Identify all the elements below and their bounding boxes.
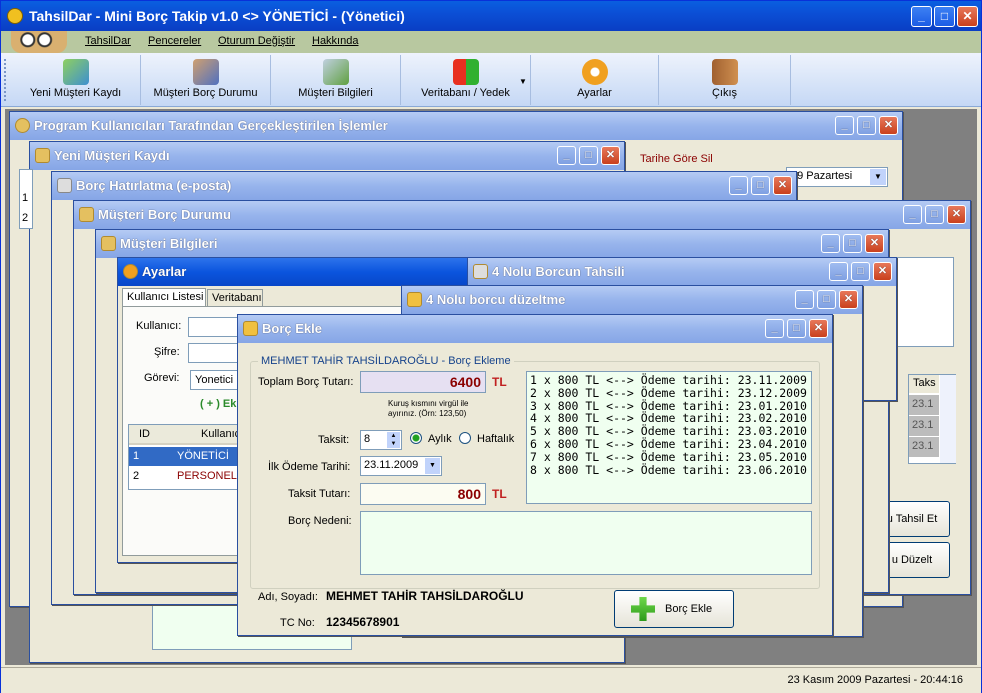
- toolbar: Yeni Müşteri Kaydı Müşteri Borç Durumu M…: [1, 53, 981, 107]
- minimize-button[interactable]: _: [835, 116, 854, 135]
- maximize-button[interactable]: □: [817, 290, 836, 309]
- customer-card-icon: [62, 59, 89, 85]
- minimize-button[interactable]: _: [911, 6, 932, 27]
- list-item: 8 x 800 TL <--> Ödeme tarihi: 23.06.2010: [530, 462, 807, 477]
- list-item: 2 x 800 TL <--> Ödeme tarihi: 23.12.2009: [530, 385, 807, 400]
- tab-kullanici-listesi[interactable]: Kullanıcı Listesi: [122, 288, 206, 306]
- toolbar-yeni-musteri[interactable]: Yeni Müşteri Kaydı: [11, 55, 141, 105]
- app-title: TahsilDar - Mini Borç Takip v1.0 <> YÖNE…: [29, 8, 405, 24]
- gear-icon: [581, 59, 608, 85]
- col-header-id[interactable]: ID: [129, 425, 165, 445]
- menu-oturum[interactable]: Oturum Değiştir: [218, 35, 295, 47]
- tarihe-gore-sil-label: Tarihe Göre Sil: [640, 153, 713, 165]
- taksit-tutari-input[interactable]: 800: [360, 483, 486, 505]
- customer-card-icon: [35, 148, 50, 163]
- tc-value: 12345678901: [326, 615, 400, 629]
- dropdown-arrow-icon[interactable]: ▼: [519, 77, 527, 86]
- minimize-button[interactable]: _: [821, 234, 840, 253]
- email-icon: [57, 178, 72, 193]
- mascot-icon: [11, 31, 67, 53]
- minimize-button[interactable]: _: [557, 146, 576, 165]
- close-button[interactable]: ✕: [957, 6, 978, 27]
- ilk-odeme-date[interactable]: 23.11.2009 ▼: [360, 456, 442, 476]
- maximize-button[interactable]: □: [843, 234, 862, 253]
- odeme-plani-list[interactable]: 1 x 800 TL <--> Ödeme tarihi: 23.11.2009…: [526, 371, 812, 504]
- tab-veritabani[interactable]: Veritabanı: [207, 289, 263, 306]
- haftalik-radio[interactable]: [459, 432, 471, 444]
- menu-pencereler[interactable]: Pencereler: [148, 35, 201, 47]
- minimize-button[interactable]: _: [829, 262, 848, 281]
- menu-tahsildar[interactable]: TahsilDar: [85, 35, 131, 47]
- list-item: 1 x 800 TL <--> Ödeme tarihi: 23.11.2009: [530, 373, 807, 387]
- adsoyad-value: MEHMET TAHİR TAHSİLDAROĞLU: [326, 589, 524, 603]
- maximize-button[interactable]: □: [787, 319, 806, 338]
- borc-ekle-button[interactable]: Borç Ekle: [614, 590, 734, 628]
- borc-nedeni-textarea[interactable]: [360, 511, 812, 575]
- maximize-button[interactable]: □: [934, 6, 955, 27]
- taksit-stepper[interactable]: 8 ▲ ▼: [360, 430, 402, 450]
- grid-header: Taks: [909, 375, 939, 393]
- ekle-link[interactable]: ( + ) Ekl: [200, 398, 239, 410]
- minimize-button[interactable]: _: [729, 176, 748, 195]
- info-card-icon: [101, 236, 116, 251]
- toolbar-cikis[interactable]: Çıkış: [659, 55, 791, 105]
- close-button[interactable]: ✕: [947, 205, 966, 224]
- taksit-grid[interactable]: Taks 23.1 23.1 23.1: [908, 374, 956, 464]
- swap-arrows-icon: [452, 59, 479, 85]
- status-bar: 23 Kasım 2009 Pazartesi - 20:44:16: [1, 667, 981, 693]
- window-borc-ekle[interactable]: Borç Ekle _ □ ✕ MEHMET TAHİR TAHSİLDAROĞ…: [237, 314, 833, 636]
- maximize-button[interactable]: □: [579, 146, 598, 165]
- people-icon: [79, 207, 94, 222]
- app-logo-icon: [7, 8, 23, 24]
- date-combo[interactable]: 09 Pazartesi ▼: [786, 167, 888, 187]
- toolbar-ayarlar[interactable]: Ayarlar: [531, 55, 659, 105]
- minimize-button[interactable]: _: [795, 290, 814, 309]
- broom-icon: [243, 321, 258, 336]
- chevron-down-icon: ▼: [870, 169, 886, 185]
- info-card-icon: [322, 59, 349, 85]
- toolbar-musteri-bilgileri[interactable]: Müşteri Bilgileri: [271, 55, 401, 105]
- gear-icon: [123, 264, 138, 279]
- group-title: MEHMET TAHİR TAHSİLDAROĞLU - Borç Ekleme: [258, 355, 514, 367]
- app-titlebar[interactable]: TahsilDar - Mini Borç Takip v1.0 <> YÖNE…: [1, 1, 981, 31]
- maximize-button[interactable]: □: [851, 262, 870, 281]
- exit-door-icon: [711, 59, 738, 85]
- close-button[interactable]: ✕: [773, 176, 792, 195]
- hint-text: Kuruş kısmını virgül ile ayırınız. (Örn:…: [388, 399, 469, 418]
- chevron-down-icon[interactable]: ▼: [425, 458, 440, 474]
- close-button[interactable]: ✕: [865, 234, 884, 253]
- close-button[interactable]: ✕: [873, 262, 892, 281]
- close-button[interactable]: ✕: [839, 290, 858, 309]
- minimize-button[interactable]: _: [903, 205, 922, 224]
- toplam-borc-input[interactable]: 6400: [360, 371, 486, 393]
- menubar: TahsilDar Pencereler Oturum Değiştir Hak…: [1, 31, 981, 53]
- stepper-arrows-icon[interactable]: ▲ ▼: [387, 432, 400, 448]
- people-icon: [192, 59, 219, 85]
- maximize-button[interactable]: □: [857, 116, 876, 135]
- scrollbar[interactable]: [940, 375, 956, 463]
- plus-icon: [631, 597, 655, 621]
- main-window: TahsilDar - Mini Borç Takip v1.0 <> YÖNE…: [0, 0, 982, 693]
- minimize-button[interactable]: _: [765, 319, 784, 338]
- pencil-icon: [407, 292, 422, 307]
- menu-hakkinda[interactable]: Hakkında: [312, 35, 358, 47]
- islemler-list[interactable]: 1 2: [19, 169, 33, 229]
- aylik-radio[interactable]: [410, 432, 422, 444]
- close-button[interactable]: ✕: [809, 319, 828, 338]
- close-button[interactable]: ✕: [879, 116, 898, 135]
- status-datetime: 23 Kasım 2009 Pazartesi - 20:44:16: [787, 674, 964, 686]
- toolbar-borc-durumu[interactable]: Müşteri Borç Durumu: [141, 55, 271, 105]
- list-item: 7 x 800 TL <--> Ödeme tarihi: 23.05.2010: [530, 449, 807, 464]
- gear-icon: [15, 118, 30, 133]
- toolbar-grip: [4, 59, 7, 101]
- close-button[interactable]: ✕: [601, 146, 620, 165]
- maximize-button[interactable]: □: [751, 176, 770, 195]
- money-icon: [473, 264, 488, 279]
- toolbar-veritabani[interactable]: Veritabanı / Yedek ▼: [401, 55, 531, 105]
- maximize-button[interactable]: □: [925, 205, 944, 224]
- list-item: 6 x 800 TL <--> Ödeme tarihi: 23.04.2010: [530, 436, 807, 451]
